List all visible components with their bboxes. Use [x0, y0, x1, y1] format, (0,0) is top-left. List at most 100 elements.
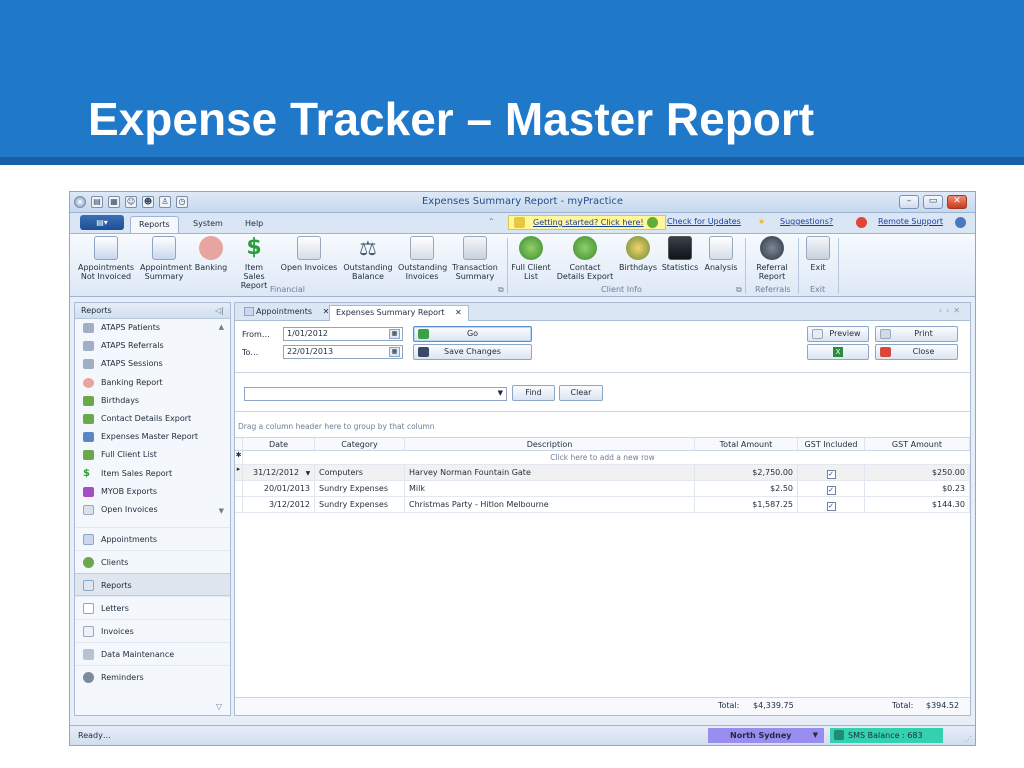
- category-cell[interactable]: Computers: [315, 465, 405, 480]
- total-amount-cell[interactable]: $1,587.25: [695, 497, 798, 512]
- sidebar-item-myob-exports[interactable]: MYOB Exports: [75, 483, 230, 501]
- sidebar-item-full-client-list[interactable]: Full Client List: [75, 446, 230, 464]
- gst-amount-cell[interactable]: $0.23: [865, 481, 970, 496]
- preview-button[interactable]: Preview: [807, 326, 869, 342]
- exit-button[interactable]: Exit: [803, 236, 833, 272]
- column-header-description[interactable]: Description: [405, 438, 695, 450]
- close-window-button[interactable]: ✕: [947, 195, 967, 209]
- collapse-ribbon-icon[interactable]: ⌃: [488, 217, 495, 226]
- close-tab-icon[interactable]: ✕: [455, 308, 462, 317]
- gst-amount-cell[interactable]: $144.30: [865, 497, 970, 512]
- item-sales-report-button[interactable]: $ Item Sales Report: [233, 236, 275, 291]
- total-amount-cell[interactable]: $2,750.00: [695, 465, 798, 480]
- configure-buttons-icon[interactable]: ▽: [216, 702, 222, 711]
- tab-scroll-controls[interactable]: ‹›✕: [939, 306, 964, 315]
- nav-data-maintenance[interactable]: Data Maintenance: [75, 642, 230, 665]
- clear-button[interactable]: Clear: [559, 385, 603, 401]
- column-header-date[interactable]: Date: [243, 438, 315, 450]
- category-cell[interactable]: Sundry Expenses: [315, 497, 405, 512]
- group-expander-client-info[interactable]: ⧉: [736, 285, 742, 295]
- print-button[interactable]: Print: [875, 326, 958, 342]
- transaction-summary-button[interactable]: Transaction Summary: [451, 236, 499, 281]
- search-input[interactable]: ▼: [244, 387, 507, 401]
- nav-appointments[interactable]: Appointments: [75, 527, 230, 550]
- export-excel-button[interactable]: X: [807, 344, 869, 360]
- new-row[interactable]: ✱ Click here to add a new row: [235, 451, 970, 465]
- sidebar-item-open-invoices[interactable]: Open Invoices: [75, 501, 230, 519]
- gst-included-checkbox[interactable]: ✓: [826, 486, 836, 495]
- check-updates-link[interactable]: Check for Updates: [667, 217, 741, 226]
- getting-started-link[interactable]: Getting started? Click here!: [508, 215, 666, 230]
- remote-support-link[interactable]: Remote Support: [878, 217, 943, 226]
- date-cell[interactable]: 31/12/2012 ▼: [243, 465, 315, 480]
- location-selector[interactable]: North Sydney ▼: [708, 728, 824, 743]
- column-header-gst-included[interactable]: GST Included: [798, 438, 865, 450]
- maximize-button[interactable]: ▭: [923, 195, 943, 209]
- column-header-gst-amount[interactable]: GST Amount: [865, 438, 970, 450]
- table-row[interactable]: 20/01/2013 Sundry Expenses Milk $2.50 ✓ …: [235, 481, 970, 497]
- resize-grip-icon[interactable]: ⋰: [965, 735, 972, 743]
- appointment-summary-button[interactable]: Appointment Summary: [140, 236, 192, 281]
- calendar-picker-icon[interactable]: ▦: [389, 347, 400, 357]
- chevron-down-icon[interactable]: ▼: [813, 728, 818, 743]
- table-row[interactable]: 3/12/2012 Sundry Expenses Christmas Part…: [235, 497, 970, 513]
- birthdays-button[interactable]: Birthdays: [618, 236, 658, 272]
- banking-button[interactable]: Banking: [194, 236, 228, 272]
- sidebar-item-ataps-referrals[interactable]: ATAPS Referrals: [75, 337, 230, 355]
- scroll-down-icon[interactable]: ▼: [219, 507, 224, 515]
- close-button[interactable]: Close: [875, 344, 958, 360]
- nav-invoices[interactable]: Invoices: [75, 619, 230, 642]
- table-row[interactable]: ▸ 31/12/2012 ▼ Computers Harvey Norman F…: [235, 465, 970, 481]
- statistics-button[interactable]: Statistics: [661, 236, 699, 272]
- minimize-button[interactable]: –: [899, 195, 919, 209]
- nav-clients[interactable]: Clients: [75, 550, 230, 573]
- date-cell[interactable]: 3/12/2012: [243, 497, 315, 512]
- outstanding-balance-button[interactable]: ⚖ Outstanding Balance: [343, 236, 393, 281]
- outstanding-invoices-button[interactable]: Outstanding Invoices: [398, 236, 447, 281]
- nav-reminders[interactable]: Reminders: [75, 665, 230, 688]
- calendar-picker-icon[interactable]: ▦: [389, 329, 400, 339]
- doc-tab-appointments[interactable]: Appointments ✕: [238, 305, 335, 321]
- sidebar-item-item-sales-report[interactable]: $ Item Sales Report: [75, 465, 230, 483]
- suggestions-link[interactable]: Suggestions?: [780, 217, 833, 226]
- gst-included-cell[interactable]: ✓: [798, 465, 865, 480]
- description-cell[interactable]: Christmas Party - Hitlon Melbourne: [405, 497, 695, 512]
- sidebar-item-expenses-master-report[interactable]: Expenses Master Report: [75, 428, 230, 446]
- sidebar-item-banking-report[interactable]: Banking Report: [75, 374, 230, 392]
- app-menu-button[interactable]: ▤▾: [80, 215, 124, 230]
- description-cell[interactable]: Harvey Norman Fountain Gate: [405, 465, 695, 480]
- gst-included-checkbox[interactable]: ✓: [826, 470, 836, 479]
- gst-included-cell[interactable]: ✓: [798, 497, 865, 512]
- go-button[interactable]: Go: [413, 326, 532, 342]
- chevron-down-icon[interactable]: ▼: [498, 389, 503, 397]
- date-cell[interactable]: 20/01/2013: [243, 481, 315, 496]
- tab-help[interactable]: Help: [237, 216, 271, 233]
- nav-letters[interactable]: Letters: [75, 596, 230, 619]
- analysis-button[interactable]: Analysis: [703, 236, 739, 272]
- help-icon[interactable]: [955, 217, 966, 228]
- tab-system[interactable]: System: [185, 216, 231, 233]
- find-button[interactable]: Find: [512, 385, 555, 401]
- column-header-category[interactable]: Category: [315, 438, 405, 450]
- contact-details-export-button[interactable]: Contact Details Export: [556, 236, 614, 281]
- sidebar-item-ataps-sessions[interactable]: ATAPS Sessions: [75, 355, 230, 373]
- save-changes-button[interactable]: Save Changes: [413, 344, 532, 360]
- sidebar-item-contact-details-export[interactable]: Contact Details Export: [75, 410, 230, 428]
- gst-included-checkbox[interactable]: ✓: [826, 502, 836, 511]
- gst-amount-cell[interactable]: $250.00: [865, 465, 970, 480]
- appointments-not-invoiced-button[interactable]: Appointments Not Invoiced: [78, 236, 134, 281]
- gst-included-cell[interactable]: ✓: [798, 481, 865, 496]
- tab-reports[interactable]: Reports: [130, 216, 179, 233]
- total-amount-cell[interactable]: $2.50: [695, 481, 798, 496]
- full-client-list-button[interactable]: Full Client List: [511, 236, 551, 281]
- doc-tab-expenses-summary[interactable]: Expenses Summary Report ✕: [329, 305, 469, 321]
- description-cell[interactable]: Milk: [405, 481, 695, 496]
- to-date-field[interactable]: 22/01/2013 ▦: [283, 345, 403, 359]
- from-date-field[interactable]: 1/01/2012 ▦: [283, 327, 403, 341]
- sidebar-item-ataps-patients[interactable]: ATAPS Patients: [75, 319, 230, 337]
- group-expander-financial[interactable]: ⧉: [498, 285, 504, 295]
- nav-reports[interactable]: Reports: [75, 573, 230, 596]
- sidebar-collapse-icon[interactable]: ◁|: [215, 303, 224, 319]
- column-header-total-amount[interactable]: Total Amount: [695, 438, 798, 450]
- chevron-down-icon[interactable]: ▼: [306, 470, 311, 477]
